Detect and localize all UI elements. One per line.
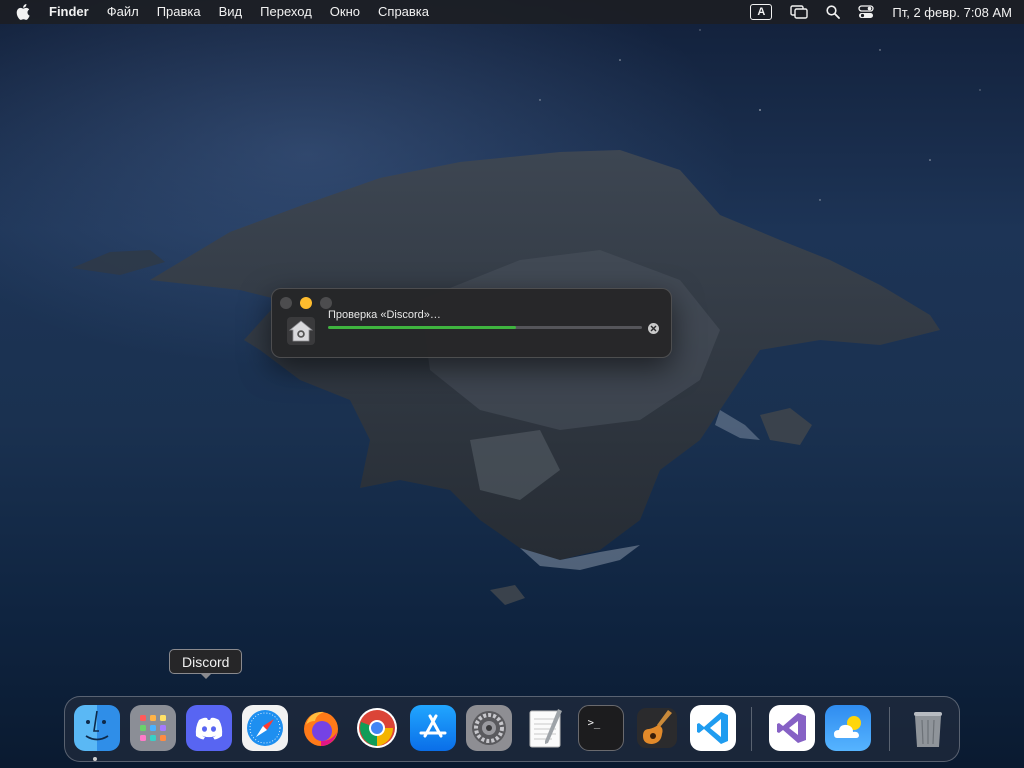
menu-bar: Finder Файл Правка Вид Переход Окно Спра…	[0, 0, 1024, 24]
screen-mirroring-icon[interactable]	[790, 5, 809, 19]
progress-title: Проверка «Discord»…	[328, 309, 441, 321]
apple-icon[interactable]	[12, 4, 34, 20]
dock-separator	[751, 707, 752, 751]
textedit-icon[interactable]	[522, 705, 568, 751]
safari-icon[interactable]	[242, 705, 288, 751]
control-center-icon[interactable]	[858, 5, 875, 19]
tooltip-arrow	[200, 673, 212, 679]
menu-bar-clock[interactable]: Пт, 2 февр. 7:08 AM	[892, 5, 1012, 20]
chrome-icon[interactable]	[354, 705, 400, 751]
visual-studio-icon[interactable]	[769, 705, 815, 751]
terminal-icon[interactable]: >_	[578, 705, 624, 751]
firefox-icon[interactable]	[298, 705, 344, 751]
dock-separator	[889, 707, 890, 751]
progress-bar	[328, 326, 642, 329]
discord-icon[interactable]	[186, 705, 232, 751]
system-preferences-icon[interactable]	[466, 705, 512, 751]
menu-help[interactable]: Справка	[369, 0, 438, 24]
menu-window[interactable]: Окно	[321, 0, 369, 24]
cancel-icon[interactable]	[648, 323, 659, 334]
app-store-icon[interactable]	[410, 705, 456, 751]
menu-file[interactable]: Файл	[98, 0, 148, 24]
dock: >_	[64, 696, 960, 762]
input-source-icon[interactable]: A	[750, 4, 773, 20]
launchpad-icon[interactable]	[130, 705, 176, 751]
progress-fill	[328, 326, 517, 329]
window-zoom-button[interactable]	[320, 297, 332, 309]
menu-view[interactable]: Вид	[210, 0, 252, 24]
svg-text:>_: >_	[588, 717, 601, 729]
window-minimize-button[interactable]	[300, 297, 312, 309]
window-close-button[interactable]	[280, 297, 292, 309]
verification-progress-window: Проверка «Discord»…	[271, 288, 672, 358]
menu-go[interactable]: Переход	[251, 0, 321, 24]
garageband-icon[interactable]	[634, 705, 680, 751]
menu-finder[interactable]: Finder	[40, 0, 98, 24]
finder-icon[interactable]	[74, 705, 120, 751]
finder-running-indicator	[93, 757, 97, 761]
trash-icon[interactable]	[905, 705, 951, 751]
weather-icon[interactable]	[825, 705, 871, 751]
dock-tooltip: Discord	[169, 649, 243, 674]
spotlight-search-icon[interactable]	[826, 5, 841, 19]
desktop-wallpaper	[72, 29, 981, 605]
security-home-icon	[287, 317, 315, 345]
vscode-icon[interactable]	[690, 705, 736, 751]
menu-edit[interactable]: Правка	[148, 0, 210, 24]
